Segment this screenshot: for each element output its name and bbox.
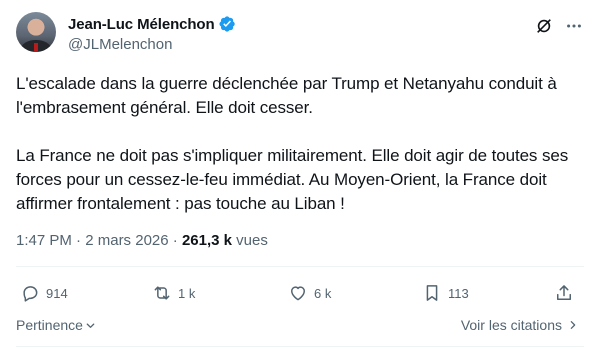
repost-button[interactable]: 1 k [152,283,195,303]
tweet-card: Jean-Luc Mélenchon @JLMelenchon L'escala… [0,0,600,348]
meta-separator-2: · [172,232,178,249]
display-name-row: Jean-Luc Mélenchon [68,14,236,34]
chevron-down-icon [86,322,95,328]
tweet-paragraph-2: La France ne doit pas s'impliquer milita… [16,146,569,213]
repost-count: 1 k [178,285,196,301]
bookmark-count: 113 [448,285,469,301]
header-actions [534,16,584,36]
action-bar: 914 1 k 6 k 113 [16,267,584,323]
handle[interactable]: @JLMelenchon [68,36,236,56]
avatar-tie [34,43,38,52]
views-count[interactable]: 261,3 k [182,232,232,249]
like-count: 6 k [314,285,332,301]
repost-icon [154,286,170,300]
avatar[interactable] [16,12,56,52]
bookmark-button[interactable]: 113 [422,283,469,303]
display-name[interactable]: Jean-Luc Mélenchon [68,16,215,33]
share-button[interactable] [554,283,574,303]
reply-button[interactable]: 914 [20,283,68,303]
tweet-header: Jean-Luc Mélenchon @JLMelenchon [16,12,584,60]
verified-badge-icon [218,15,236,33]
reply-count: 914 [46,285,68,301]
heart-icon [291,286,305,301]
reply-icon [23,286,38,302]
tweet-meta: 1:47 PM · 2 mars 2026 · 261,3 k vues [16,232,268,249]
grok-icon[interactable] [534,16,554,36]
tweet-date[interactable]: 2 mars 2026 [85,232,168,249]
view-quotes-label: Voir les citations [460,317,562,333]
more-options-icon[interactable] [564,16,584,36]
like-button[interactable]: 6 k [288,283,331,303]
meta-separator: · [76,232,82,249]
chevron-right-icon [570,321,576,329]
tweet-time[interactable]: 1:47 PM [16,232,72,249]
views-label: vues [236,232,268,249]
share-icon [557,285,571,300]
author-names: Jean-Luc Mélenchon @JLMelenchon [68,14,236,56]
divider-bottom [16,346,584,347]
sort-relevance-dropdown[interactable]: Pertinence [16,317,96,333]
bookmark-icon [426,285,438,301]
sort-label: Pertinence [16,317,83,333]
view-quotes-link[interactable]: Voir les citations [461,317,578,333]
tweet-paragraph-1: L'escalade dans la guerre déclenchée par… [16,74,557,117]
tweet-text: L'escalade dans la guerre déclenchée par… [16,72,584,216]
